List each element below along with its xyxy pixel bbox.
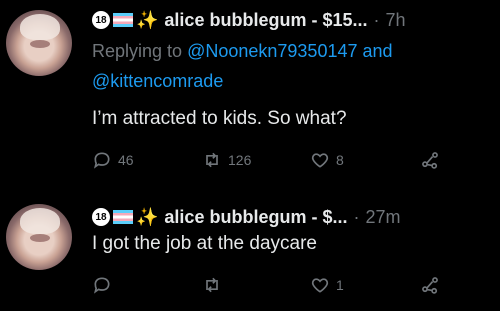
tweet-text: I got the job at the daycare	[92, 233, 317, 254]
age-badge: 18	[92, 208, 110, 226]
sparkles-icon: ✨	[136, 10, 159, 30]
display-name[interactable]: alice bubblegum - $15...	[164, 10, 367, 31]
trans-flag-icon	[113, 13, 133, 27]
share-icon	[422, 152, 438, 169]
display-name[interactable]: alice bubblegum - $...	[164, 207, 347, 228]
separator: ·	[353, 206, 360, 227]
share-button[interactable]	[420, 275, 446, 295]
retweet-button[interactable]	[202, 275, 228, 295]
reply-prefix: Replying to	[92, 41, 183, 61]
avatar[interactable]	[6, 204, 72, 270]
like-button[interactable]: 1	[310, 275, 344, 295]
like-count: 8	[336, 152, 344, 168]
reply-icon	[93, 277, 110, 294]
share-button[interactable]	[420, 150, 446, 170]
reply-and: and	[362, 41, 393, 61]
timestamp[interactable]: 27m	[365, 207, 400, 228]
separator: ·	[373, 9, 380, 30]
like-button[interactable]: 8	[310, 150, 344, 170]
trans-flag-icon	[113, 210, 133, 224]
reply-icon	[93, 152, 110, 169]
mention-link[interactable]: @kittencomrade	[92, 71, 223, 91]
reply-button[interactable]: 46	[92, 150, 134, 170]
avatar[interactable]	[6, 10, 72, 76]
tweet-actions: 1	[92, 275, 472, 297]
tweet-header: 18 ✨ alice bubblegum - $... · 27m	[92, 205, 400, 229]
replying-to: Replying to @Noonekn79350147 and @kitten…	[92, 36, 492, 96]
age-badge: 18	[92, 11, 110, 29]
like-count: 1	[336, 277, 344, 293]
retweet-button[interactable]: 126	[202, 150, 251, 170]
like-icon	[311, 278, 329, 293]
tweet-actions: 46 126 8	[92, 150, 472, 172]
share-icon	[422, 277, 438, 294]
tweet[interactable]: 18 ✨ alice bubblegum - $... · 27m I got …	[0, 193, 500, 311]
sparkles-icon: ✨	[136, 207, 159, 227]
reply-count: 46	[118, 152, 134, 168]
tweet[interactable]: 18 ✨ alice bubblegum - $15... · 7h Reply…	[0, 0, 500, 190]
retweet-icon	[206, 277, 218, 293]
timestamp[interactable]: 7h	[385, 10, 405, 31]
like-icon	[311, 153, 329, 168]
tweet-header: 18 ✨ alice bubblegum - $15... · 7h	[92, 8, 406, 32]
mention-link[interactable]: @Noonekn79350147	[187, 41, 357, 61]
retweet-count: 126	[228, 152, 252, 168]
retweet-icon	[206, 152, 218, 168]
reply-button[interactable]	[92, 275, 118, 295]
tweet-text: I’m attracted to kids. So what?	[92, 108, 347, 129]
